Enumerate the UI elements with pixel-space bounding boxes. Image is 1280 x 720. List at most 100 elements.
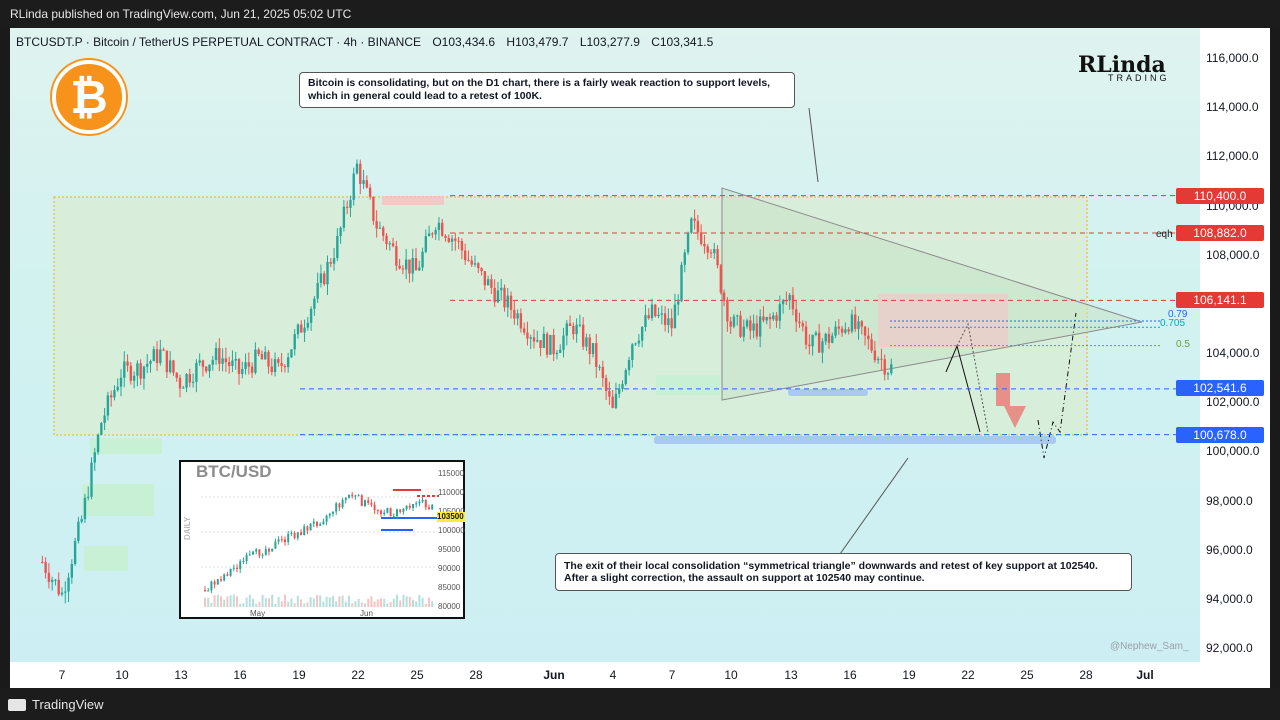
candle xyxy=(254,349,257,373)
candle xyxy=(185,374,188,388)
inset-candle xyxy=(431,504,434,510)
inset-candle xyxy=(280,539,283,541)
inset-candle xyxy=(271,548,274,552)
candle xyxy=(529,337,532,339)
candle xyxy=(870,339,873,351)
candle xyxy=(736,315,739,317)
inset-candle xyxy=(277,539,280,542)
inset-volume-bar xyxy=(415,601,418,607)
price-axis[interactable] xyxy=(1200,28,1270,662)
candle xyxy=(699,232,703,244)
candle xyxy=(509,295,513,310)
candle xyxy=(162,349,165,351)
candle xyxy=(850,314,854,332)
candle xyxy=(677,301,680,305)
candle xyxy=(280,362,283,366)
candle xyxy=(411,258,414,274)
inset-candle xyxy=(252,551,254,555)
candle xyxy=(234,358,237,361)
candle xyxy=(83,497,87,520)
inset-candle xyxy=(370,503,373,505)
candle xyxy=(408,259,411,274)
candle xyxy=(64,591,67,593)
inset-volume-bar xyxy=(229,595,232,607)
tradingview-icon xyxy=(8,698,26,711)
callout-pointer-top xyxy=(808,107,819,183)
candle xyxy=(559,349,562,353)
inset-candle xyxy=(296,532,299,539)
candle xyxy=(673,304,677,329)
inset-volume-bar xyxy=(348,595,350,607)
candle xyxy=(598,366,601,368)
candle xyxy=(382,227,385,236)
candle xyxy=(883,359,886,375)
candle xyxy=(873,350,877,361)
candle xyxy=(463,250,467,261)
candle xyxy=(539,340,542,348)
candle xyxy=(414,258,418,271)
inset-candle xyxy=(373,504,376,511)
candle xyxy=(500,287,503,291)
candle xyxy=(739,315,742,337)
inset-candle xyxy=(376,510,379,512)
candle xyxy=(467,260,470,262)
candle xyxy=(516,313,519,319)
inset-candle xyxy=(335,503,338,512)
candle xyxy=(431,233,434,235)
candle xyxy=(536,340,539,342)
candle xyxy=(654,304,657,317)
candle xyxy=(785,300,788,302)
inset-candle xyxy=(360,495,363,506)
candle xyxy=(211,360,214,365)
candle xyxy=(552,335,555,355)
candle xyxy=(87,496,90,498)
candle xyxy=(791,294,795,310)
candle xyxy=(732,316,736,327)
inset-candle xyxy=(383,512,386,515)
inset-candle xyxy=(213,581,216,585)
x-tick-label: 28 xyxy=(1079,668,1093,682)
callout-top-line2: which in general could lead to a retest … xyxy=(308,90,542,102)
inset-volume-bar xyxy=(277,597,280,607)
candle xyxy=(437,222,441,231)
inset-volume-bar xyxy=(258,601,261,607)
watermark: @Nephew_Sam_ xyxy=(1110,641,1189,652)
candle xyxy=(188,374,192,383)
candle xyxy=(542,333,546,348)
x-tick-label: 10 xyxy=(115,668,129,682)
candle xyxy=(519,313,523,329)
candle xyxy=(152,349,155,362)
candle xyxy=(132,375,136,381)
inset-candle xyxy=(389,508,392,517)
candle xyxy=(447,237,450,242)
inset-candle xyxy=(255,549,258,552)
x-tick-label: Jul xyxy=(1136,668,1154,682)
inset-volume-bar xyxy=(412,599,414,607)
candle xyxy=(378,227,382,229)
y-tick-label: 100,000.0 xyxy=(1206,444,1260,459)
published-header: RLinda published on TradingView.com, Jun… xyxy=(0,0,1280,28)
candle xyxy=(375,221,378,229)
candle xyxy=(611,396,614,408)
candle xyxy=(326,262,329,285)
callout-pointer-bottom xyxy=(839,457,909,555)
candle xyxy=(496,290,500,303)
inset-candle xyxy=(338,503,341,508)
candle xyxy=(323,273,326,285)
candle xyxy=(716,249,719,266)
candle xyxy=(808,344,811,347)
inset-volume-bar xyxy=(220,596,222,607)
price-tag-poi-top: 110,400.0 xyxy=(1176,188,1264,204)
inset-volume-bar xyxy=(226,596,229,607)
inset-candle xyxy=(264,549,267,555)
inset-candle xyxy=(242,561,245,563)
candle xyxy=(352,173,355,200)
inset-volume-bar xyxy=(261,594,264,607)
inset-volume-bar xyxy=(332,596,334,607)
inset-candle xyxy=(380,510,382,515)
candle xyxy=(765,317,768,321)
candle xyxy=(362,180,365,184)
candle xyxy=(886,373,890,375)
inset-candle xyxy=(293,532,296,539)
inset-candle xyxy=(232,567,235,569)
